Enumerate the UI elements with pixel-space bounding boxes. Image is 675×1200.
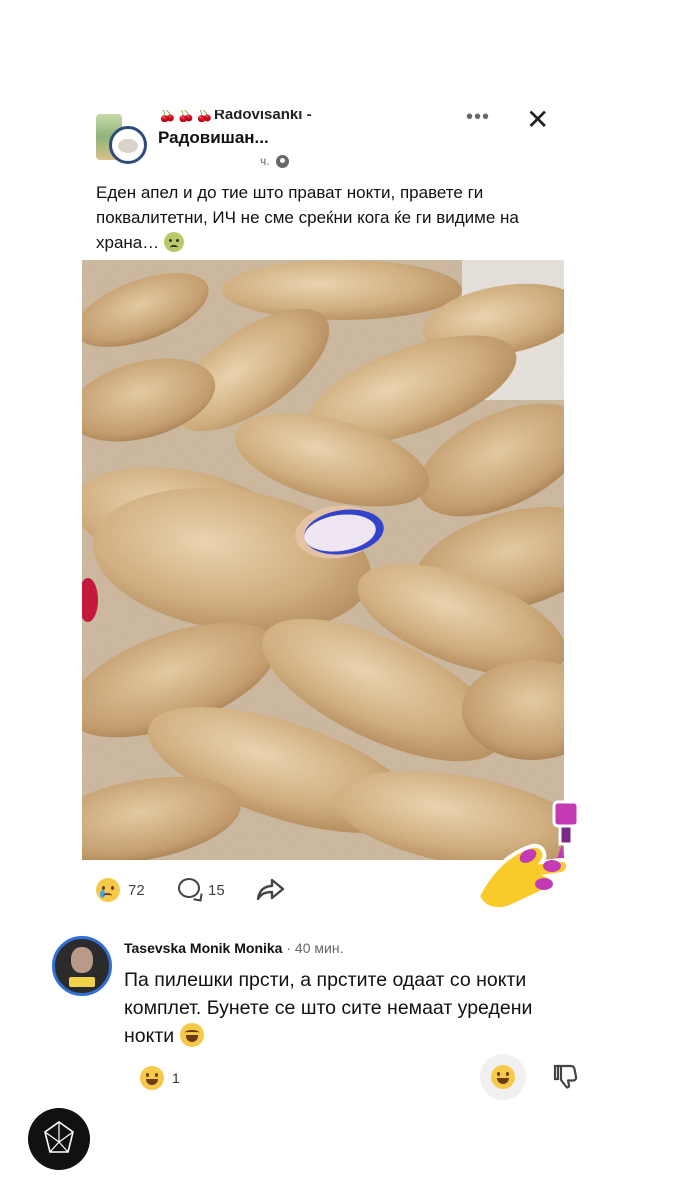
nail-polish-emoji-sticker [475,800,580,912]
post-meta: ч. [260,154,289,168]
more-options-button[interactable]: ••• [466,107,490,127]
comment-count[interactable]: 15 [208,882,225,899]
react-button[interactable] [480,1054,526,1100]
laugh-reaction-icon[interactable] [140,1066,164,1090]
sick-face-icon [164,232,184,252]
post-text-body: Еден апел и до тие што прават нокти, пра… [96,183,519,252]
post-photo[interactable] [82,260,564,860]
group-profile-picture [109,126,147,164]
tear-icon [100,890,105,898]
laugh-emoji-icon [491,1065,515,1089]
commenter-name-text[interactable]: Tasevska Monik Monika [124,940,282,956]
rofl-emoji-icon [179,1023,204,1047]
group-avatar[interactable] [96,114,150,168]
share-icon[interactable] [256,876,286,902]
commenter-name[interactable]: Tasevska Monik Monika · 40 мин. [124,940,343,956]
globe-icon [275,154,289,168]
comment-icon[interactable] [178,878,200,898]
comment-card: Tasevska Monik Monika · 40 мин. Па пилеш… [40,920,602,1106]
close-button[interactable]: ✕ [526,106,549,134]
watermark-emblem-icon [44,1121,74,1153]
post-time[interactable]: ч. [260,154,270,168]
commenter-avatar[interactable] [52,936,112,996]
group-name[interactable]: Радовишан... [158,128,269,148]
post-text: Еден апел и до тие што прават нокти, пра… [96,180,556,255]
group-name-top[interactable]: 🍒🍒🍒Radovisanki - [158,110,312,122]
reaction-count[interactable]: 72 [128,882,145,899]
comment-text: Па пилешки прсти, а прстите одаат со нок… [124,966,586,1050]
post-header: 🍒🍒🍒Radovisanki - Радовишан... ч. ••• ✕ [82,106,564,174]
post-card: 🍒🍒🍒Radovisanki - Радовишан... ч. ••• ✕ Е… [82,106,564,916]
thumbs-down-icon[interactable] [552,1062,580,1090]
comment-reaction-count[interactable]: 1 [172,1070,180,1086]
sad-reaction-icon[interactable] [96,878,120,902]
fried-chicken-image [82,260,564,860]
watermark-logo [28,1108,90,1170]
comment-time: · 40 мин. [286,940,344,956]
